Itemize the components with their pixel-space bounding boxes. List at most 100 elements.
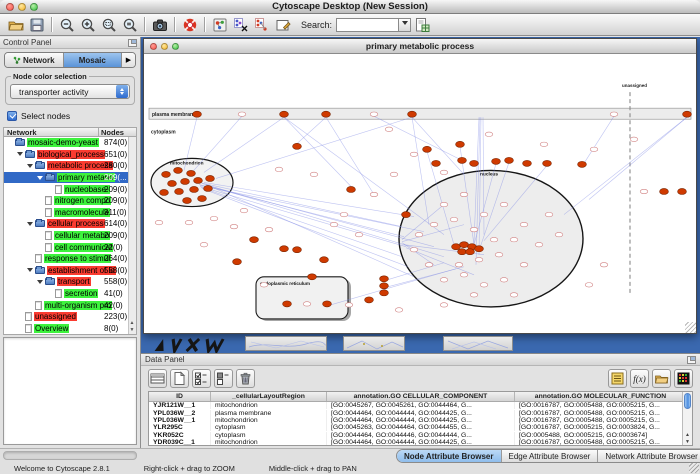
tree-row[interactable]: Overview8(0) <box>4 323 136 335</box>
window-resize-grip[interactable] <box>685 322 696 333</box>
tree-row[interactable]: mosaic-demo-yeast874(0) <box>4 137 136 149</box>
import-network-button[interactable] <box>251 15 272 34</box>
scrollbar-thumb[interactable] <box>684 393 691 409</box>
column-nodes[interactable]: Nodes <box>98 128 136 136</box>
tree-row-label: mosaic-demo-yeast <box>27 138 99 147</box>
vizmapper-button[interactable] <box>209 15 230 34</box>
mitochondrion-compartment[interactable]: mitochondrion <box>151 158 233 206</box>
network-window-titlebar[interactable]: primary metabolic process <box>144 39 696 54</box>
import-attributes-button[interactable] <box>411 15 432 34</box>
search-dropdown-button[interactable] <box>398 18 411 32</box>
tab-node-attribute-browser[interactable]: Node Attribute Browser <box>397 450 502 462</box>
table-column-header[interactable]: annotation.GO CELLULAR_COMPONENT <box>327 392 515 401</box>
tab-network-attribute-browser[interactable]: Network Attribute Browser <box>598 450 700 462</box>
float-panel-icon[interactable] <box>687 356 696 364</box>
table-row[interactable]: YPL036W__1mitochondrion[GO:0044464, GO:0… <box>149 417 692 424</box>
delete-attribute-button[interactable] <box>236 369 255 388</box>
tree-row[interactable]: cellular metabo209(0) <box>4 230 136 242</box>
tree-row[interactable]: macromolecule311(0) <box>4 207 136 219</box>
expander-icon[interactable] <box>27 164 33 171</box>
table-column-header[interactable]: _cellularLayoutRegion <box>211 392 327 401</box>
document-icon <box>45 196 52 205</box>
tree-row[interactable]: establishment of lo558(0) <box>4 265 136 277</box>
table-row[interactable]: YDR039C__1mitochondrion[GO:0044464, GO:0… <box>149 439 692 446</box>
network-canvas-svg[interactable]: plasma membrane cytoplasm unassigned mit… <box>144 54 696 333</box>
background-window-thumbnail[interactable] <box>443 336 513 351</box>
float-panel-icon[interactable] <box>128 39 137 47</box>
select-attributes-button[interactable] <box>148 369 167 388</box>
tree-row[interactable]: nucleobase-209(0) <box>4 183 136 195</box>
save-session-button[interactable] <box>26 15 47 34</box>
minimize-window-button[interactable] <box>18 3 26 11</box>
select-nodes-checkbox[interactable] <box>7 111 17 121</box>
zoom-network-button[interactable] <box>172 43 179 50</box>
scroll-up-icon[interactable]: ▲ <box>129 321 135 326</box>
table-column-header[interactable]: annotation.GO MOLECULAR_FUNCTION <box>515 392 687 401</box>
expander-icon[interactable] <box>37 280 43 287</box>
merge-networks-button[interactable] <box>230 15 251 34</box>
zoom-selected-region-button[interactable] <box>98 15 119 34</box>
network-canvas[interactable]: plasma membrane cytoplasm unassigned mit… <box>144 54 696 333</box>
heatmap-view-button[interactable] <box>674 369 693 388</box>
expander-icon[interactable] <box>27 222 33 229</box>
expander-icon[interactable] <box>17 152 23 159</box>
background-window-thumbnail[interactable] <box>343 336 405 351</box>
create-attribute-button[interactable] <box>170 369 189 388</box>
tree-row[interactable]: primary metabo209(... <box>4 172 136 184</box>
open-session-button[interactable] <box>5 15 26 34</box>
help-button[interactable] <box>179 15 200 34</box>
tree-row[interactable]: metabolic process280(0) <box>4 160 136 172</box>
import-attribute-file-button[interactable] <box>652 369 671 388</box>
zoom-out-button[interactable] <box>56 15 77 34</box>
table-scrollbar[interactable]: ▲ ▼ <box>682 392 692 445</box>
fx-icon: f(x) <box>633 374 646 384</box>
tab-edge-attribute-browser[interactable]: Edge Attribute Browser <box>502 450 599 462</box>
search-input[interactable] <box>336 18 398 32</box>
background-window-thumbnail[interactable] <box>245 336 327 351</box>
window-resize-grip[interactable] <box>689 463 699 473</box>
endoplasmic-reticulum-compartment[interactable]: endoplasmic reticulum <box>256 277 351 321</box>
tree-row[interactable]: response to stimul264(0) <box>4 253 136 265</box>
scroll-up-icon[interactable]: ▲ <box>683 432 692 438</box>
birds-eye-view-panel[interactable] <box>3 337 137 445</box>
expander-icon[interactable] <box>27 268 33 275</box>
minimize-network-button[interactable] <box>161 43 168 50</box>
attribute-table[interactable]: ID_cellularLayoutRegionannotation.GO CEL… <box>148 391 693 446</box>
select-all-attributes-button[interactable] <box>192 369 211 388</box>
tree-row[interactable]: nitrogen compo209(0) <box>4 195 136 207</box>
close-network-button[interactable] <box>150 43 157 50</box>
table-column-header[interactable]: ID <box>149 392 211 401</box>
tabs-overflow-button[interactable]: ▶ <box>122 53 135 67</box>
column-network[interactable]: Network <box>4 128 98 136</box>
tab-mosaic[interactable]: Mosaic <box>64 53 123 67</box>
table-row[interactable]: YPL036W__2plasma membrane[GO:0044464, GO… <box>149 409 692 416</box>
table-cell: [GO:0044464, GO:0044446, GO:0044444, G..… <box>327 432 515 439</box>
close-window-button[interactable] <box>6 3 14 11</box>
node-color-dropdown[interactable]: transporter activity <box>10 84 130 99</box>
table-row[interactable]: YJR121W__1mitochondrion[GO:0045267, GO:0… <box>149 402 692 409</box>
annotation-button[interactable] <box>272 15 293 34</box>
tree-row[interactable]: biological_process651(0) <box>4 149 136 161</box>
zoom-in-button[interactable] <box>77 15 98 34</box>
zoom-window-button[interactable] <box>30 3 38 11</box>
tab-network[interactable]: Network <box>5 53 64 67</box>
table-row[interactable]: YLR295Ccytoplasm[GO:0045263, GO:0044464,… <box>149 424 692 431</box>
tree-row[interactable]: transport558(0) <box>4 276 136 288</box>
tree-row[interactable]: unassigned223(0) <box>4 311 136 323</box>
document-icon <box>45 208 52 217</box>
plasma-membrane-compartment[interactable]: plasma membrane <box>149 108 691 119</box>
tree-row[interactable]: cellular process614(0) <box>4 218 136 230</box>
tree-row[interactable]: multi-organism pro42(0) <box>4 299 136 311</box>
zoom-fit-content-button[interactable] <box>119 15 140 34</box>
expander-icon[interactable] <box>37 176 43 183</box>
table-row[interactable]: YKR052Ccytoplasm[GO:0044464, GO:0044446,… <box>149 432 692 439</box>
scroll-down-icon[interactable]: ▼ <box>129 328 135 333</box>
tree-row[interactable]: secretion41(0) <box>4 288 136 300</box>
tree-row[interactable]: cell communicat22(0) <box>4 241 136 253</box>
scroll-down-icon[interactable]: ▼ <box>683 439 692 445</box>
unselect-all-attributes-button[interactable] <box>214 369 233 388</box>
snapshot-button[interactable] <box>149 15 170 34</box>
formula-builder-button[interactable]: f(x) <box>630 369 649 388</box>
tree-scrollbar[interactable]: ▲ ▼ <box>128 137 136 334</box>
attribute-list-button[interactable] <box>608 369 627 388</box>
